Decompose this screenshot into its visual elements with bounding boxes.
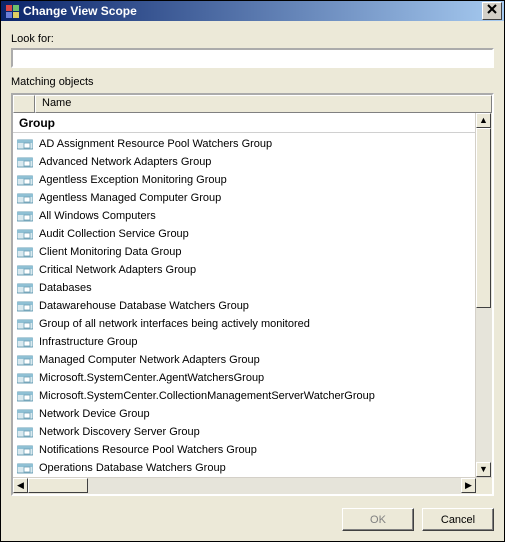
close-icon [487, 4, 497, 14]
group-icon [17, 426, 33, 438]
list-item[interactable]: Infrastructure Group [13, 333, 475, 351]
list-item-label: Notifications Resource Pool Watchers Gro… [39, 444, 257, 456]
ok-button[interactable]: OK [342, 508, 414, 531]
group-icon [17, 300, 33, 312]
list-item[interactable]: Microsoft.SystemCenter.CollectionManagem… [13, 387, 475, 405]
list-item[interactable]: Client Monitoring Data Group [13, 243, 475, 261]
scroll-up-button[interactable]: ▲ [476, 113, 491, 128]
group-icon [17, 264, 33, 276]
list-item-label: Agentless Exception Monitoring Group [39, 174, 227, 186]
list-item[interactable]: Audit Collection Service Group [13, 225, 475, 243]
list-item[interactable]: Operations Database Watchers Group [13, 459, 475, 477]
list-item-label: Audit Collection Service Group [39, 228, 189, 240]
group-icon [17, 372, 33, 384]
group-icon [17, 408, 33, 420]
list-item-label: Managed Computer Network Adapters Group [39, 354, 260, 366]
dialog-content: Look for: Matching objects Name Group AD… [1, 21, 504, 541]
group-icon [17, 390, 33, 402]
scroll-left-button[interactable]: ◀ [13, 478, 28, 493]
group-icon [17, 156, 33, 168]
scroll-down-button[interactable]: ▼ [476, 462, 491, 477]
list-item[interactable]: Agentless Managed Computer Group [13, 189, 475, 207]
list-item-label: Infrastructure Group [39, 336, 137, 348]
button-row: OK Cancel [11, 496, 494, 531]
scrollbar-corner [476, 478, 492, 494]
list-item[interactable]: Critical Network Adapters Group [13, 261, 475, 279]
list-item[interactable]: AD Assignment Resource Pool Watchers Gro… [13, 135, 475, 153]
name-column-header[interactable]: Name [35, 95, 492, 113]
list-item-label: Datawarehouse Database Watchers Group [39, 300, 249, 312]
title-bar[interactable]: Change View Scope [1, 1, 504, 21]
group-icon [17, 354, 33, 366]
vertical-scrollbar[interactable]: ▲ ▼ [475, 113, 492, 477]
list-view[interactable]: Name Group AD Assignment Resource Pool W… [11, 93, 494, 496]
group-icon [17, 174, 33, 186]
list-item[interactable]: Notifications Resource Pool Watchers Gro… [13, 441, 475, 459]
group-icon [17, 192, 33, 204]
group-icon [17, 246, 33, 258]
list-item[interactable]: Advanced Network Adapters Group [13, 153, 475, 171]
list-item[interactable]: Agentless Exception Monitoring Group [13, 171, 475, 189]
group-icon [17, 282, 33, 294]
list-item[interactable]: All Windows Computers [13, 207, 475, 225]
list-item-label: Client Monitoring Data Group [39, 246, 181, 258]
list-item-label: Network Device Group [39, 408, 150, 420]
list-item[interactable]: Managed Computer Network Adapters Group [13, 351, 475, 369]
window-title: Change View Scope [23, 4, 482, 18]
change-view-scope-window: Change View Scope Look for: Matching obj… [0, 0, 505, 542]
list-body[interactable]: Group AD Assignment Resource Pool Watche… [13, 113, 475, 477]
group-icon [17, 462, 33, 474]
list-item-label: Critical Network Adapters Group [39, 264, 196, 276]
cancel-button[interactable]: Cancel [422, 508, 494, 531]
list-item[interactable]: Group of all network interfaces being ac… [13, 315, 475, 333]
scroll-thumb-vertical[interactable] [476, 128, 491, 308]
group-icon [17, 138, 33, 150]
list-item-label: Databases [39, 282, 92, 294]
list-item-label: Microsoft.SystemCenter.AgentWatchersGrou… [39, 372, 264, 384]
group-icon [17, 336, 33, 348]
icon-column-header[interactable] [13, 95, 35, 113]
list-header: Name [13, 95, 492, 113]
look-for-label: Look for: [11, 33, 494, 45]
group-icon [17, 444, 33, 456]
list-item-label: Agentless Managed Computer Group [39, 192, 221, 204]
matching-objects-label: Matching objects [11, 76, 494, 88]
list-item-label: Network Discovery Server Group [39, 426, 200, 438]
app-icon [5, 4, 19, 18]
list-item-label: All Windows Computers [39, 210, 156, 222]
list-item[interactable]: Microsoft.SystemCenter.AgentWatchersGrou… [13, 369, 475, 387]
group-header: Group [13, 113, 475, 133]
list-item[interactable]: Datawarehouse Database Watchers Group [13, 297, 475, 315]
group-icon [17, 318, 33, 330]
matching-objects-list: Name Group AD Assignment Resource Pool W… [11, 93, 494, 496]
group-icon [17, 228, 33, 240]
look-for-input[interactable] [11, 48, 494, 68]
list-item-label: Operations Database Watchers Group [39, 462, 226, 474]
list-item-label: Advanced Network Adapters Group [39, 156, 211, 168]
list-item-label: Microsoft.SystemCenter.CollectionManagem… [39, 390, 375, 402]
close-button[interactable] [482, 2, 502, 20]
group-icon [17, 210, 33, 222]
scroll-right-button[interactable]: ▶ [461, 478, 476, 493]
list-item[interactable]: Network Discovery Server Group [13, 423, 475, 441]
list-item-label: Group of all network interfaces being ac… [39, 318, 310, 330]
horizontal-scrollbar[interactable]: ◀ ▶ [13, 477, 492, 494]
list-item[interactable]: Databases [13, 279, 475, 297]
list-item-label: AD Assignment Resource Pool Watchers Gro… [39, 138, 272, 150]
list-item[interactable]: Network Device Group [13, 405, 475, 423]
scroll-thumb-horizontal[interactable] [28, 478, 88, 493]
